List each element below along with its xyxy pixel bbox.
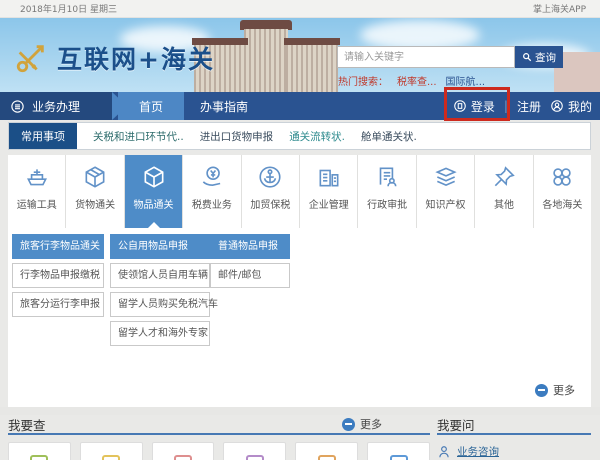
query-card[interactable]	[295, 442, 358, 460]
query-card[interactable]	[223, 442, 286, 460]
cargo-box-icon	[82, 164, 108, 190]
category-processing-bonded[interactable]: 加贸保税	[242, 155, 299, 228]
tab-common-items[interactable]: 常用事项	[9, 123, 77, 149]
card-icon	[318, 455, 336, 460]
golden-keys-logo-icon	[14, 41, 48, 75]
card-icon	[246, 455, 264, 460]
search-input[interactable]	[337, 46, 515, 68]
card-icon	[30, 455, 48, 460]
query-card-row	[8, 442, 430, 460]
query-card[interactable]	[8, 442, 71, 460]
panel-item[interactable]: 行李物品申报缴税	[12, 263, 104, 288]
panel-header: 旅客行李物品通关	[12, 234, 104, 259]
search-button[interactable]: 查询	[515, 46, 563, 68]
business-consult-link[interactable]: 业务咨询	[437, 444, 591, 459]
main-nav-bar: 业务办理 首页 办事指南 登录 | 注册 我的	[0, 92, 600, 120]
logo-text: 互联网+海关	[57, 40, 215, 76]
link-tariff-import-tax[interactable]: 关税和进口环节代..	[93, 129, 184, 144]
category-other[interactable]: 其他	[475, 155, 532, 228]
link-import-export-declaration[interactable]: 进出口货物申报	[200, 129, 274, 144]
section-title: 我要查	[8, 415, 46, 434]
collapse-more-button[interactable]: 更多	[535, 382, 575, 398]
category-transport-tools[interactable]: 运输工具	[8, 155, 65, 228]
mobile-app-link[interactable]: 掌上海关APP	[533, 2, 586, 15]
header-banner: 互联网+海关 查询 热门搜索： 税率查... 国际航...	[0, 18, 600, 92]
query-section: 我要查 更多	[8, 415, 430, 460]
query-card[interactable]	[152, 442, 215, 460]
person-icon	[437, 445, 451, 459]
nav-tab-service-guide[interactable]: 办事指南	[188, 92, 260, 120]
ask-section-header: 我要问	[437, 415, 591, 435]
top-utility-bar: 2018年1月10日 星期三 掌上海关APP	[0, 0, 600, 18]
cube-icon	[141, 164, 167, 190]
yen-hand-icon	[199, 164, 225, 190]
category-grid: 运输工具 货物通关 物品通关 税费业务 加贸保税 企业管理	[8, 155, 591, 228]
panel-item[interactable]: 旅客分运行李申报	[12, 292, 104, 317]
section-divider	[0, 407, 600, 415]
panel-header: 普通物品申报	[210, 234, 290, 259]
my-account-button[interactable]: 我的	[550, 98, 592, 115]
panel-item[interactable]: 使领馆人员自用车辆	[110, 263, 210, 288]
category-tax-services[interactable]: 税费业务	[183, 155, 240, 228]
card-icon	[174, 455, 192, 460]
hot-search-label: 热门搜索：	[338, 73, 388, 88]
goods-clearance-dropdown: 旅客行李物品通关 行李物品申报缴税 旅客分运行李申报 公自用物品申报 使领馆人员…	[8, 228, 591, 407]
annotation-highlight-box	[444, 87, 510, 121]
query-card[interactable]	[367, 442, 430, 460]
document-person-icon	[374, 164, 400, 190]
user-icon	[550, 99, 564, 113]
category-intellectual-property[interactable]: 知识产权	[417, 155, 474, 228]
buildings-icon	[316, 164, 342, 190]
panel-item[interactable]: 邮件/邮包	[210, 263, 290, 288]
hot-search-row: 热门搜索： 税率查... 国际航...	[338, 73, 485, 88]
category-cargo-clearance[interactable]: 货物通关	[66, 155, 123, 228]
minus-circle-icon	[535, 384, 548, 397]
common-items-strip: 常用事项 关税和进口环节代.. 进出口货物申报 通关流转状. 舱单通关状.	[8, 122, 591, 150]
link-manifest-status[interactable]: 舱单通关状.	[361, 129, 417, 144]
panel-official-personal-goods: 公自用物品申报 使领馆人员自用车辆 留学人员购买免税汽车 留学人才和海外专家	[110, 234, 210, 346]
anchor-icon	[257, 164, 283, 190]
query-card[interactable]	[80, 442, 143, 460]
hot-search-term[interactable]: 税率查...	[397, 73, 437, 88]
link-clearance-status[interactable]: 通关流转状.	[289, 129, 345, 144]
card-icon	[102, 455, 120, 460]
category-regional-customs[interactable]: 各地海关	[534, 155, 591, 228]
panel-passenger-luggage: 旅客行李物品通关 行李物品申报缴税 旅客分运行李申报	[12, 234, 104, 317]
panel-ordinary-goods: 普通物品申报 邮件/邮包	[210, 234, 290, 288]
section-title: 我要问	[437, 415, 475, 434]
clover-icon	[549, 164, 575, 190]
panel-item[interactable]: 留学人才和海外专家	[110, 321, 210, 346]
hot-search-term[interactable]: 国际航...	[446, 73, 486, 88]
ship-icon	[24, 164, 50, 190]
site-logo[interactable]: 互联网+海关	[14, 40, 215, 76]
pushpin-icon	[491, 164, 517, 190]
search-icon	[522, 52, 532, 62]
panel-item[interactable]: 留学人员购买免税汽车	[110, 292, 210, 317]
nav-tab-home[interactable]: 首页	[118, 92, 184, 120]
query-section-header: 我要查 更多	[8, 415, 430, 435]
hamburger-menu-icon	[10, 99, 25, 114]
category-enterprise-management[interactable]: 企业管理	[300, 155, 357, 228]
search-box: 查询	[337, 46, 563, 68]
customs-portal-page: 2018年1月10日 星期三 掌上海关APP 互联网+海关	[0, 0, 600, 460]
date-text: 2018年1月10日 星期三	[20, 2, 117, 15]
business-menu-button[interactable]: 业务办理	[0, 92, 112, 120]
minus-circle-icon	[342, 418, 355, 431]
register-button[interactable]: 注册	[517, 98, 541, 115]
books-icon	[433, 164, 459, 190]
query-more-button[interactable]: 更多	[342, 416, 382, 432]
category-goods-clearance[interactable]: 物品通关	[125, 155, 182, 228]
ask-section: 我要问 业务咨询	[437, 415, 591, 459]
card-icon	[390, 455, 408, 460]
category-administrative-approval[interactable]: 行政审批	[358, 155, 415, 228]
panel-header: 公自用物品申报	[110, 234, 210, 259]
